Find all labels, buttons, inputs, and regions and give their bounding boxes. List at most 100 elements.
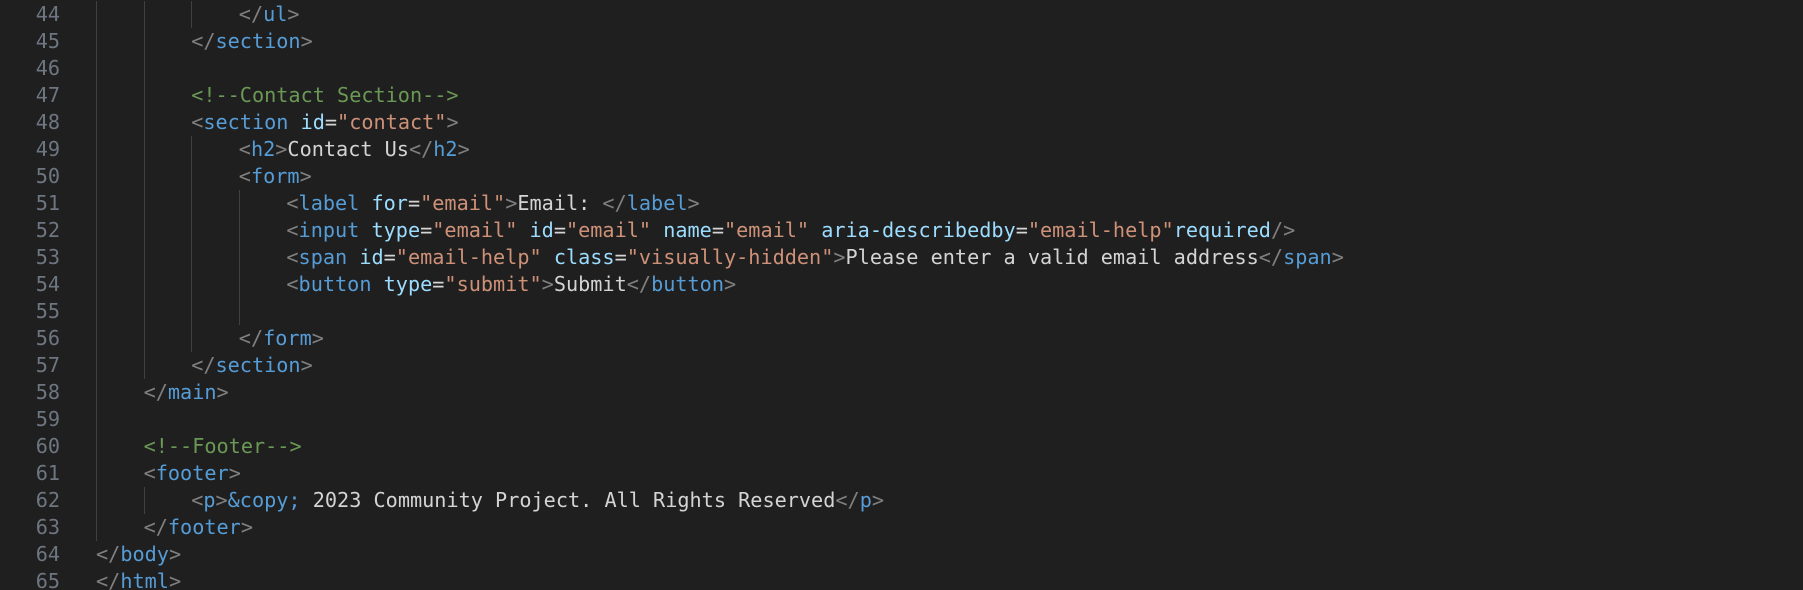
token-tag: button [651, 272, 724, 296]
code-line[interactable]: 58 </main> [0, 379, 1803, 406]
code-line[interactable]: 51 <label for="email">Email: </label> [0, 190, 1803, 217]
code-line[interactable]: 52 <input type="email" id="email" name="e… [0, 217, 1803, 244]
code-line[interactable]: 44 </ul> [0, 1, 1803, 28]
indent-guide [143, 1, 145, 28]
token-punc: > [833, 245, 846, 269]
token-tag: label [298, 191, 360, 215]
line-number: 48 [35, 110, 60, 134]
indent-guide [238, 244, 240, 271]
code-line[interactable]: 55 [0, 298, 1803, 325]
indent-guide [143, 109, 145, 136]
token-punc: </ [626, 272, 652, 296]
token-tag: footer [167, 515, 241, 539]
code-content: </html> [96, 568, 181, 590]
code-line[interactable]: 50 <form> [0, 163, 1803, 190]
token-tag: section [215, 353, 301, 377]
token-tag: input [298, 218, 360, 242]
code-line[interactable]: 64 </body> [0, 541, 1803, 568]
line-number: 50 [35, 164, 60, 188]
token-attr: type [383, 272, 433, 296]
indent-guide [191, 190, 193, 217]
token-text: Please enter a valid email address [845, 245, 1259, 269]
code-line[interactable]: 63 </footer> [0, 514, 1803, 541]
token-punc: /> [1270, 218, 1296, 242]
token-attr: id [529, 218, 554, 242]
token-punc: > [287, 2, 300, 26]
token-eq: = [614, 245, 627, 269]
indent-guide [96, 298, 97, 325]
indent-guide [238, 298, 240, 325]
indent-guide [96, 514, 97, 541]
line-number: 54 [35, 272, 60, 296]
line-number: 46 [35, 56, 60, 80]
token-punc: > [240, 515, 253, 539]
indent-guide [191, 136, 193, 163]
token-punc: </ [1258, 245, 1284, 269]
code-content: </ul> [239, 1, 300, 28]
token-punc: > [1331, 245, 1344, 269]
token-punc: </ [191, 353, 216, 377]
code-content: </main> [144, 379, 229, 406]
indent-guide [191, 271, 193, 298]
indent-guide [96, 163, 97, 190]
code-line[interactable]: 54 <button type="submit">Submit</button> [0, 271, 1803, 298]
token-tag: p [203, 488, 216, 512]
token-punc: > [168, 569, 182, 590]
indent-guide [96, 406, 97, 433]
indent-guide [238, 217, 240, 244]
indent-guide [191, 163, 193, 190]
code-content: <footer> [144, 460, 241, 487]
token-str: "email" [723, 218, 810, 242]
code-content: <p>&copy; 2023 Community Project. All Ri… [191, 487, 884, 514]
token-punc: > [215, 488, 228, 512]
token-punc: > [724, 272, 737, 296]
token-attr: for [371, 191, 408, 215]
line-number: 52 [35, 218, 60, 242]
token-punc: </ [835, 488, 860, 512]
line-number: 47 [35, 83, 60, 107]
token-attr: type [371, 218, 421, 242]
code-line[interactable]: 46 [0, 55, 1803, 82]
indent-guide [96, 28, 97, 55]
indent-guide [96, 55, 97, 82]
code-line[interactable]: 48 <section id="contact"> [0, 109, 1803, 136]
code-line[interactable]: 65 </html> [0, 568, 1803, 590]
code-line[interactable]: 61 <footer> [0, 460, 1803, 487]
code-content: <!--Footer--> [144, 433, 302, 460]
code-editor[interactable]: 44 </ul> 45 </section> 46 47 <!--Contact Secti… [0, 0, 1803, 590]
token-punc: > [275, 137, 288, 161]
code-content: </form> [239, 325, 324, 352]
indent-guide [96, 460, 97, 487]
token-tag: span [1283, 245, 1332, 269]
code-line[interactable]: 53 <span id="email-help" class="visually-… [0, 244, 1803, 271]
token-tag: span [298, 245, 348, 269]
token-attr: id [300, 110, 325, 134]
code-line[interactable]: 57 </section> [0, 352, 1803, 379]
code-line[interactable]: 45 </section> [0, 28, 1803, 55]
line-number: 44 [35, 2, 60, 26]
indent-guide [238, 190, 240, 217]
code-content: <button type="submit">Submit</button> [286, 271, 736, 298]
code-line[interactable]: 47 <!--Contact Section--> [0, 82, 1803, 109]
line-number: 57 [35, 353, 60, 377]
code-line[interactable]: 49 <h2>Contact Us</h2> [0, 136, 1803, 163]
token-punc: < [286, 272, 299, 296]
token-tag: body [120, 542, 169, 566]
code-line[interactable]: 62 <p>&copy; 2023 Community Project. All … [0, 487, 1803, 514]
token-tag: h2 [433, 137, 458, 161]
code-content: </section> [191, 352, 313, 379]
token-text: 2023 Community Project. All Rights Reser… [300, 488, 836, 512]
code-line[interactable]: 59 [0, 406, 1803, 433]
indent-guide [96, 433, 97, 460]
token-tag: h2 [250, 137, 276, 161]
code-content: <section id="contact"> [191, 109, 458, 136]
token-tag: section [215, 29, 301, 53]
token-str: "email" [420, 191, 506, 215]
line-number: 58 [35, 380, 60, 404]
code-line[interactable]: 60 <!--Footer--> [0, 433, 1803, 460]
token-tag: form [250, 164, 300, 188]
code-line[interactable]: 56 </form> [0, 325, 1803, 352]
